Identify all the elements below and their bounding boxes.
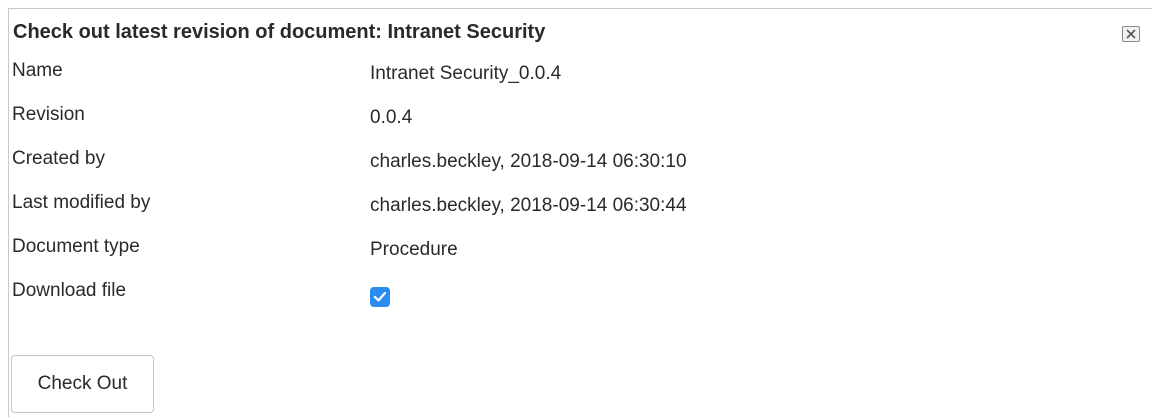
field-label-created-by: Created by [12, 148, 105, 169]
close-button[interactable] [1122, 26, 1140, 42]
field-value-last-modified-by: charles.beckley, 2018-09-14 06:30:44 [370, 195, 687, 216]
field-row-download-file: Download file [12, 280, 1112, 310]
field-value-name: Intranet Security_0.0.4 [370, 63, 562, 84]
field-label-document-type: Document type [12, 236, 140, 257]
field-value-created-by: charles.beckley, 2018-09-14 06:30:10 [370, 151, 687, 172]
field-row-created-by: Created by charles.beckley, 2018-09-14 0… [12, 148, 1112, 178]
field-row-last-modified-by: Last modified by charles.beckley, 2018-0… [12, 192, 1112, 222]
field-row-revision: Revision 0.0.4 [12, 104, 1112, 134]
checkout-dialog: Check out latest revision of document: I… [8, 8, 1152, 417]
check-out-button[interactable]: Check Out [11, 355, 154, 413]
field-value-revision: 0.0.4 [370, 107, 413, 128]
close-x-icon [1126, 29, 1136, 39]
field-label-last-modified-by: Last modified by [12, 192, 151, 213]
field-label-name: Name [12, 60, 63, 81]
field-label-revision: Revision [12, 104, 85, 125]
download-file-checkbox[interactable] [370, 287, 390, 307]
field-value-document-type: Procedure [370, 239, 458, 260]
checkmark-icon [373, 291, 387, 302]
dialog-title: Check out latest revision of document: I… [13, 21, 546, 43]
field-row-name: Name Intranet Security_0.0.4 [12, 60, 1112, 90]
field-row-document-type: Document type Procedure [12, 236, 1112, 266]
download-file-label: Download file [12, 280, 127, 301]
